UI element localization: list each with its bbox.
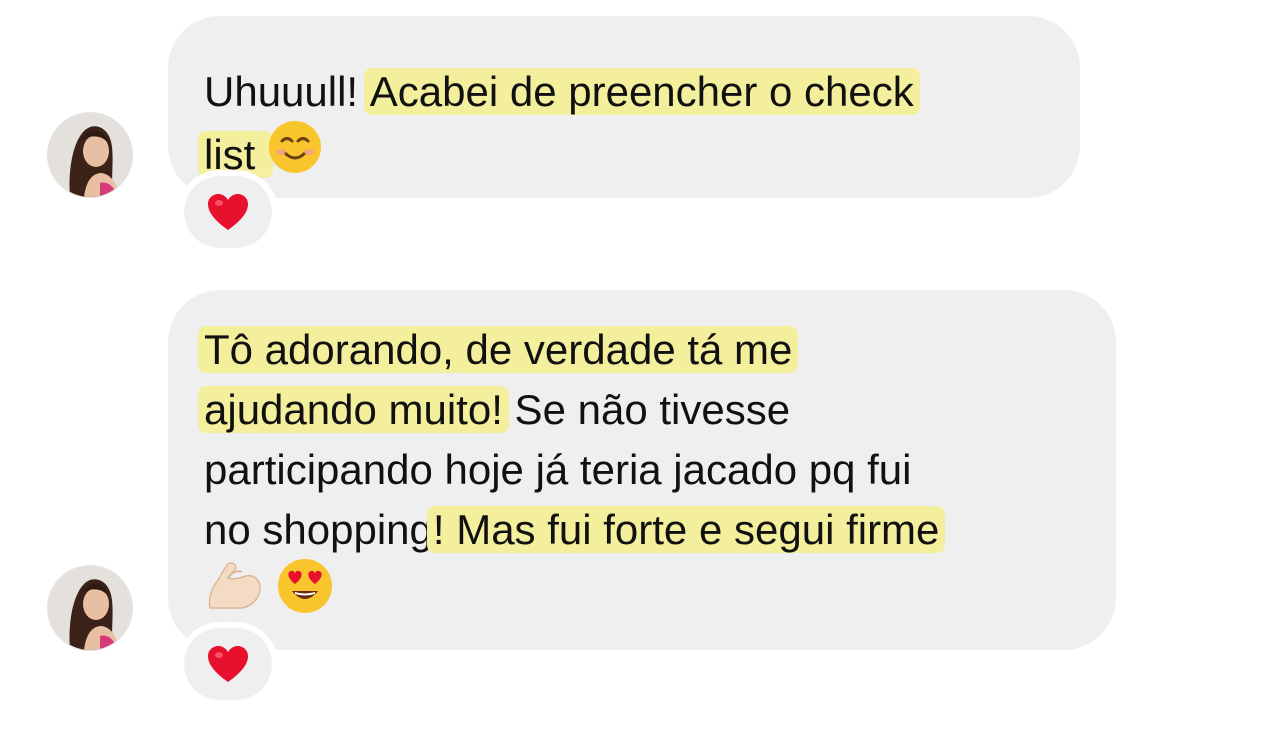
heart-reaction[interactable]	[184, 176, 272, 248]
highlighted-text: list	[198, 131, 273, 179]
heart-eyes-face-icon	[276, 557, 334, 631]
heart-icon	[208, 646, 248, 682]
message-text: no shopping	[204, 506, 433, 553]
message-bubble[interactable]: Tô adorando, de verdade tá me ajudando m…	[168, 290, 1116, 650]
flexed-biceps-icon	[204, 558, 264, 630]
message-line: list	[198, 121, 914, 182]
highlighted-text: Acabei de preencher o check	[363, 68, 920, 115]
message-text: participando hoje já teria jacado pq fui	[204, 446, 912, 493]
avatar-photo-icon	[48, 113, 132, 197]
message-text: Se não tivesse	[502, 386, 791, 433]
message-line	[204, 559, 939, 620]
sender-avatar[interactable]	[48, 113, 132, 197]
message-bubble[interactable]: Uhuuull! Acabei de preencher o check lis…	[168, 16, 1080, 198]
message-line: ajudando muito! Se não tivesse	[198, 380, 939, 440]
message-text: Uhuuull!	[204, 68, 370, 115]
highlighted-text: ! Mas fui forte e segui firme	[426, 506, 946, 553]
heart-icon	[208, 194, 248, 230]
highlighted-text: Tô adorando, de verdade tá me	[198, 326, 799, 373]
message-line: Tô adorando, de verdade tá me	[198, 320, 939, 380]
highlighted-text: ajudando muito!	[198, 386, 509, 433]
smiling-face-icon	[267, 119, 323, 191]
message-line: Uhuuull! Acabei de preencher o check	[204, 62, 920, 122]
message-line: no shopping! Mas fui forte e segui firme	[204, 500, 946, 560]
avatar-photo-icon	[48, 566, 132, 650]
sender-avatar[interactable]	[48, 566, 132, 650]
heart-reaction[interactable]	[184, 628, 272, 700]
message-line: participando hoje já teria jacado pq fui	[204, 440, 939, 500]
